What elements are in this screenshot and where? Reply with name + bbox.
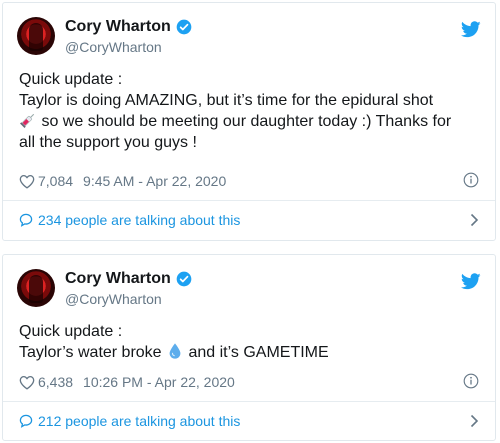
author-row: Cory Wharton	[65, 270, 192, 288]
avatar[interactable]	[17, 17, 55, 55]
droplet-icon	[169, 343, 181, 359]
verified-badge-icon	[176, 19, 192, 35]
tweet-text: Quick update : Taylor’s water broke and …	[19, 321, 481, 363]
conversation-link[interactable]: 212 people are talking about this	[19, 411, 479, 431]
speech-bubble-icon	[19, 414, 33, 428]
author-name[interactable]: Cory Wharton	[65, 18, 171, 36]
conversation-link[interactable]: 234 people are talking about this	[19, 210, 479, 230]
author-handle[interactable]: @CoryWharton	[65, 39, 162, 55]
tweet-text-line: Quick update :	[19, 71, 123, 88]
author-handle[interactable]: @CoryWharton	[65, 291, 162, 307]
info-icon[interactable]	[463, 373, 479, 389]
tweet-text-line: so we should be meeting our daughter tod…	[19, 111, 481, 132]
author-name[interactable]: Cory Wharton	[65, 270, 171, 288]
avatar[interactable]	[17, 269, 55, 307]
twitter-logo-icon[interactable]	[461, 21, 481, 38]
speech-bubble-icon	[19, 213, 33, 227]
info-icon[interactable]	[463, 172, 479, 188]
chevron-right-icon[interactable]	[470, 213, 479, 227]
tweet-card-1[interactable]: Cory Wharton @CoryWharton Quick update :…	[2, 2, 496, 241]
like-count[interactable]: 7,084	[38, 173, 73, 189]
tweet-timestamp[interactable]: 10:26 PM - Apr 22, 2020	[83, 374, 235, 390]
heart-icon[interactable]	[19, 174, 35, 189]
verified-badge-icon	[176, 271, 192, 287]
tweet-header: Cory Wharton @CoryWharton	[17, 17, 481, 65]
conversation-count[interactable]: 212 people are talking about this	[38, 413, 240, 429]
tweet-text-fragment: so we should be meeting our daughter tod…	[41, 113, 452, 130]
tweet-header: Cory Wharton @CoryWharton	[17, 269, 481, 317]
tweet-text-line: Quick update :	[19, 323, 123, 340]
tweet-text-line: Taylor is doing AMAZING, but it’s time f…	[19, 92, 434, 109]
heart-icon[interactable]	[19, 375, 35, 390]
tweet-text: Quick update : Taylor is doing AMAZING, …	[19, 69, 481, 153]
tweet-text-line: Taylor’s water broke and it’s GAMETIME	[19, 342, 481, 363]
tweet-meta: 7,084 9:45 AM - Apr 22, 2020	[19, 171, 479, 191]
author-row: Cory Wharton	[65, 18, 192, 36]
tweet-meta: 6,438 10:26 PM - Apr 22, 2020	[19, 372, 479, 392]
tweet-card-2[interactable]: Cory Wharton @CoryWharton Quick update :…	[2, 254, 496, 441]
tweet-timestamp[interactable]: 9:45 AM - Apr 22, 2020	[83, 173, 226, 189]
divider	[3, 200, 495, 201]
like-count[interactable]: 6,438	[38, 374, 73, 390]
twitter-logo-icon[interactable]	[461, 273, 481, 290]
tweet-text-fragment: Taylor’s water broke	[19, 344, 162, 361]
divider	[3, 401, 495, 402]
tweet-text-line: all the support you guys !	[19, 134, 197, 151]
tweet-text-fragment: and it’s GAMETIME	[188, 344, 329, 361]
chevron-right-icon[interactable]	[470, 414, 479, 428]
syringe-icon	[20, 113, 35, 128]
conversation-count[interactable]: 234 people are talking about this	[38, 212, 240, 228]
